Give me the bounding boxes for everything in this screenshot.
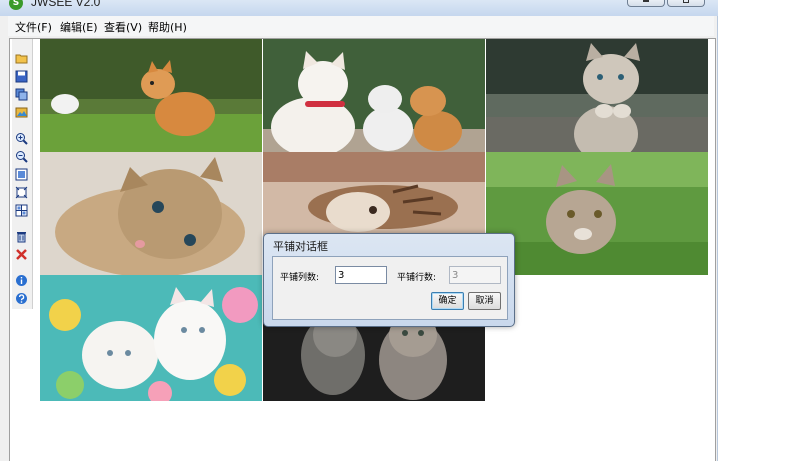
info-icon[interactable]	[14, 273, 29, 288]
tabby-kitten-lying-photo	[40, 152, 262, 275]
tile-rows-label: 平铺行数:	[397, 273, 437, 283]
ok-button[interactable]: 确定	[431, 292, 464, 310]
dialog-body: 平铺列数: 平铺行数: 确定 取消	[272, 256, 508, 320]
minimize-icon[interactable]	[627, 0, 665, 7]
close-red-x-icon[interactable]	[14, 247, 29, 262]
kitten-on-grass-photo	[40, 39, 262, 162]
tile-columns-label: 平铺列数:	[280, 273, 320, 283]
menu-help[interactable]: 帮助(H)	[148, 19, 187, 35]
cancel-button[interactable]: 取消	[468, 292, 501, 310]
tile-image-1[interactable]	[40, 39, 262, 162]
app-logo-icon: S	[9, 0, 23, 10]
zoom-out-icon[interactable]	[14, 149, 29, 164]
white-kittens-candy-photo	[40, 275, 262, 401]
delete-icon[interactable]	[14, 229, 29, 244]
tile-image-4[interactable]	[40, 152, 262, 275]
tile-dialog: 平铺对话框 平铺列数: 平铺行数: 确定 取消	[263, 233, 515, 327]
tile-icon[interactable]	[14, 203, 29, 218]
actual-size-icon[interactable]	[14, 185, 29, 200]
tile-image-6[interactable]	[486, 152, 708, 275]
fit-window-icon[interactable]	[14, 167, 29, 182]
menu-edit[interactable]: 编辑(E)	[60, 19, 98, 35]
copy-icon[interactable]	[14, 87, 29, 102]
tile-rows-input[interactable]	[449, 266, 501, 284]
help-icon[interactable]	[14, 291, 29, 306]
open-folder-icon[interactable]	[14, 51, 29, 66]
menu-bar: 文件(F) 编辑(E) 查看(V) 帮助(H)	[8, 16, 714, 36]
tile-image-3[interactable]	[486, 39, 708, 162]
tile-image-2[interactable]	[263, 39, 485, 162]
kitten-in-grass-photo	[486, 152, 708, 275]
grey-kitten-paws-photo	[486, 39, 708, 162]
three-cats-photo	[263, 39, 485, 162]
side-toolbar	[12, 39, 33, 309]
dialog-title: 平铺对话框	[273, 240, 328, 253]
tile-image-7[interactable]	[40, 275, 262, 401]
maximize-icon[interactable]	[667, 0, 705, 7]
tile-columns-input[interactable]	[335, 266, 387, 284]
image-open-icon[interactable]	[14, 105, 29, 120]
menu-view[interactable]: 查看(V)	[104, 19, 142, 35]
save-icon[interactable]	[14, 69, 29, 84]
zoom-in-icon[interactable]	[14, 131, 29, 146]
menu-file[interactable]: 文件(F)	[15, 19, 52, 35]
title-bar: S JWSEE V2.0	[0, 0, 718, 16]
app-window: S JWSEE V2.0 文件(F) 编辑(E) 查看(V) 帮助(H) 平铺对…	[0, 0, 718, 461]
window-title: JWSEE V2.0	[31, 0, 101, 9]
